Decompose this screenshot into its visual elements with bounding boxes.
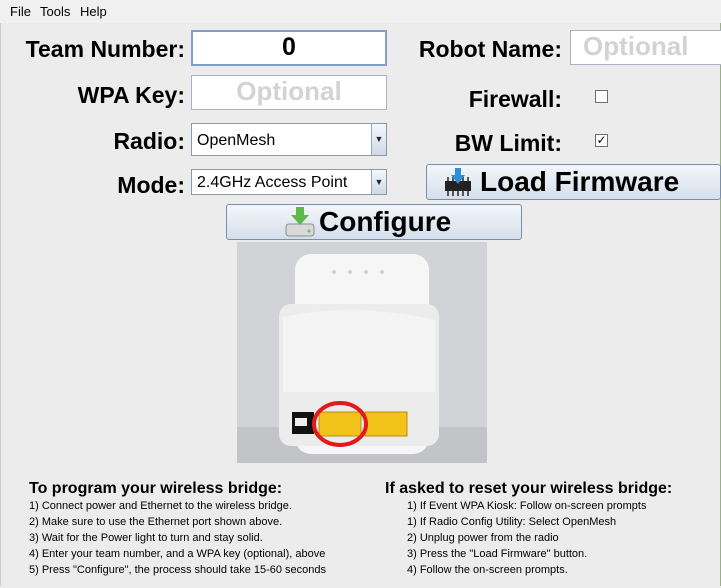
load-firmware-label: Load Firmware (480, 166, 680, 197)
menu-bar: File Tools Help (0, 0, 721, 24)
reset-step: 3) Press the "Load Firmware" button. (407, 548, 588, 560)
program-step: 5) Press "Configure", the process should… (29, 564, 327, 576)
reset-instructions-title: If asked to reset your wireless bridge: (385, 480, 673, 497)
checkmark-icon: ✓ (596, 133, 607, 147)
mode-dropdown[interactable]: 2.4GHz Access Point ▼ (191, 169, 387, 195)
team-number-field[interactable]: 0 (191, 30, 387, 66)
configure-label: Configure (319, 206, 452, 237)
mode-dropdown-value: 2.4GHz Access Point (197, 174, 348, 191)
program-step: 1) Connect power and Ethernet to the wir… (29, 500, 292, 512)
menu-tools[interactable]: Tools (40, 4, 70, 19)
radio-photo (237, 242, 487, 463)
robot-name-field[interactable]: Optional (570, 30, 721, 65)
main-panel: Team Number: 0 Robot Name: Optional WPA … (0, 23, 721, 586)
program-instructions-title: To program your wireless bridge: (29, 480, 283, 497)
drive-download-icon (285, 207, 315, 237)
team-number-label: Team Number: (25, 36, 185, 62)
robot-name-label: Robot Name: (418, 36, 562, 62)
dropdown-arrow-icon[interactable]: ▼ (371, 124, 386, 155)
menu-help[interactable]: Help (80, 4, 107, 19)
configure-button[interactable]: Configure (226, 204, 522, 240)
radio-label: Radio: (113, 128, 185, 154)
load-firmware-button[interactable]: Load Firmware (426, 164, 721, 200)
router-image (237, 242, 487, 463)
chip-download-icon (445, 168, 471, 196)
reset-step: 1) If Radio Config Utility: Select OpenM… (407, 516, 617, 528)
program-step: 3) Wait for the Power light to turn and … (29, 532, 263, 544)
program-step: 4) Enter your team number, and a WPA key… (29, 548, 326, 560)
wpa-key-field[interactable]: Optional (191, 75, 387, 110)
wpa-key-label: WPA Key: (77, 82, 185, 108)
radio-dropdown-value: OpenMesh (197, 132, 276, 149)
bw-limit-checkbox[interactable]: ✓ (595, 134, 608, 147)
reset-step: 2) Unplug power from the radio (407, 532, 559, 544)
mode-label: Mode: (117, 172, 185, 198)
bw-limit-label: BW Limit: (454, 130, 562, 156)
firewall-checkbox[interactable] (595, 90, 608, 103)
radio-dropdown[interactable]: OpenMesh ▼ (191, 123, 387, 156)
dropdown-arrow-icon[interactable]: ▼ (371, 170, 386, 194)
reset-step: 4) Follow the on-screen prompts. (407, 564, 568, 576)
menu-file[interactable]: File (10, 4, 31, 19)
firewall-label: Firewall: (468, 86, 562, 112)
reset-step: 1) If Event WPA Kiosk: Follow on-screen … (407, 500, 647, 512)
program-step: 2) Make sure to use the Ethernet port sh… (29, 516, 283, 528)
